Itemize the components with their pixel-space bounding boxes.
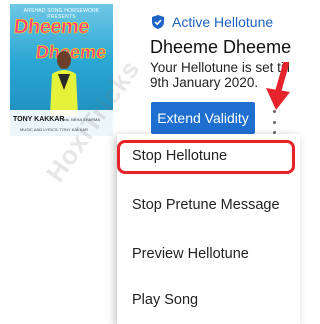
menu-item-stop-pretune-message[interactable]: Stop Pretune Message xyxy=(132,197,280,213)
artist-figure xyxy=(50,51,78,116)
extend-validity-button[interactable]: Extend Validity xyxy=(151,102,255,134)
highlight-box xyxy=(117,140,295,174)
menu-item-play-song[interactable]: Play Song xyxy=(132,292,198,308)
arrow-down-icon xyxy=(266,62,290,110)
album-art-artist: TONY KAKKAR xyxy=(13,116,65,123)
album-art-title-line1: Dheeme xyxy=(12,16,91,39)
menu-item-preview-hellotune[interactable]: Preview Hellotune xyxy=(132,246,249,262)
song-title: Dheeme Dheeme xyxy=(150,37,292,57)
status-badge-label: Active Hellotune xyxy=(172,14,274,30)
verified-check-icon xyxy=(152,15,164,29)
status-badge: Active Hellotune xyxy=(150,14,273,30)
